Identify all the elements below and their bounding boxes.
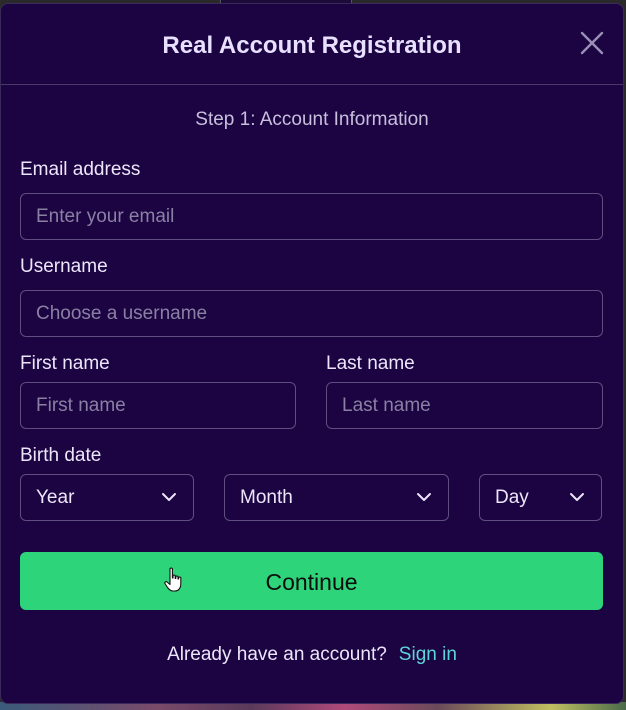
chevron-down-icon xyxy=(570,493,584,501)
last-name-input[interactable] xyxy=(326,382,603,429)
birth-day-value: Day xyxy=(495,487,529,508)
first-name-input[interactable] xyxy=(20,382,296,429)
birth-date-label: Birth date xyxy=(20,445,102,466)
birth-day-select[interactable]: Day xyxy=(479,474,602,521)
email-label: Email address xyxy=(20,159,141,180)
modal-title: Real Account Registration xyxy=(162,32,462,59)
chevron-down-icon xyxy=(417,493,431,501)
signin-prompt-row: Already have an account? Sign in xyxy=(1,644,623,666)
pointer-cursor-icon xyxy=(164,567,182,592)
birth-year-value: Year xyxy=(36,487,75,508)
birth-month-value: Month xyxy=(240,487,293,508)
continue-button[interactable]: Continue xyxy=(20,552,603,610)
username-input[interactable] xyxy=(20,290,603,337)
registration-modal: Real Account Registration Step 1: Accoun… xyxy=(0,3,624,704)
birth-month-select[interactable]: Month xyxy=(224,474,449,521)
signin-link[interactable]: Sign in xyxy=(399,644,457,665)
signin-prompt-text: Already have an account? xyxy=(167,644,387,665)
email-input[interactable] xyxy=(20,193,603,240)
chevron-down-icon xyxy=(162,493,176,501)
last-name-label: Last name xyxy=(326,353,415,374)
username-label: Username xyxy=(20,256,108,277)
birth-year-select[interactable]: Year xyxy=(20,474,194,521)
modal-header: Real Account Registration xyxy=(1,4,623,85)
step-label: Step 1: Account Information xyxy=(195,109,429,130)
first-name-label: First name xyxy=(20,353,110,374)
close-icon[interactable] xyxy=(579,30,605,56)
